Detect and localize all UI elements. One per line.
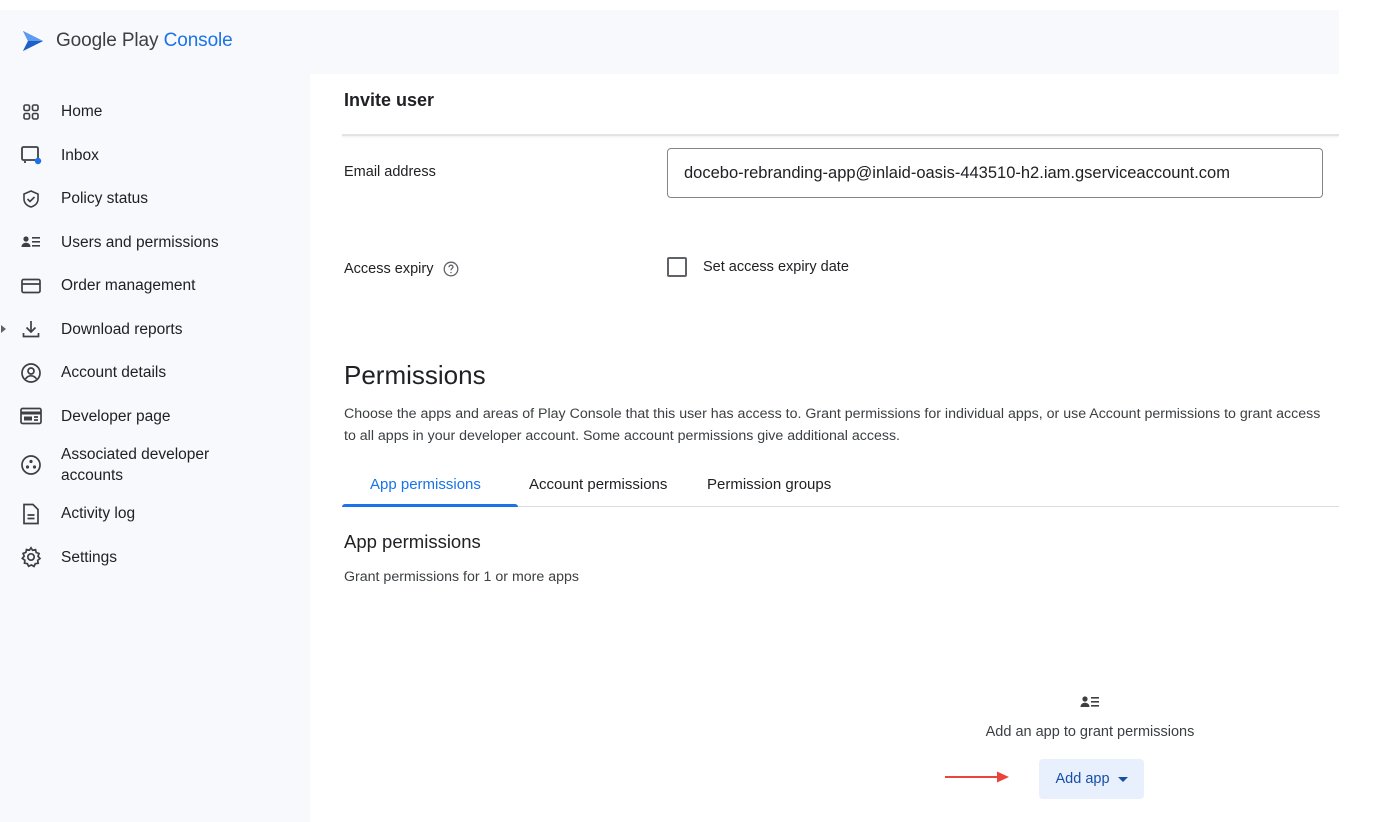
brand-name: Google Play Console [56, 30, 233, 51]
help-circle-icon[interactable] [443, 261, 459, 277]
sidebar-item-associated-developer-accounts[interactable]: Associated developer accounts [0, 438, 310, 492]
right-gutter [1339, 10, 1394, 822]
sidebar: Home Inbox Policy status Users and permi… [0, 74, 310, 822]
app-bar: Google Play Console [0, 10, 1339, 74]
gear-icon [19, 545, 43, 569]
sidebar-item-home[interactable]: Home [0, 90, 310, 134]
sidebar-item-activity-log[interactable]: Activity log [0, 492, 310, 536]
associated-accounts-icon [19, 453, 43, 477]
access-expiry-label-group: Access expiry [344, 261, 459, 277]
app-permissions-subtitle: Grant permissions for 1 or more apps [344, 569, 579, 585]
sidebar-item-label: Activity log [61, 505, 136, 523]
header-divider [342, 134, 1339, 136]
developer-page-icon [19, 404, 43, 428]
top-crop-band [0, 0, 1394, 10]
sidebar-item-inbox[interactable]: Inbox [0, 134, 310, 178]
add-app-button[interactable]: Add app [1039, 759, 1144, 799]
sidebar-item-label: Order management [61, 277, 196, 295]
app-permissions-heading: App permissions [344, 531, 481, 552]
sidebar-item-developer-page[interactable]: Developer page [0, 395, 310, 439]
sidebar-item-label: Download reports [61, 320, 183, 338]
credit-card-icon [19, 274, 43, 298]
page-title: Invite user [344, 90, 435, 110]
sidebar-item-download-reports[interactable]: Download reports [0, 308, 310, 352]
add-app-button-label: Add app [1055, 771, 1110, 787]
email-label: Email address [344, 164, 436, 180]
play-console-logo-icon [23, 31, 43, 51]
permissions-tabs: App permissions Account permissions Perm… [342, 470, 1339, 507]
main-content: Invite user Email address docebo-rebrand… [310, 74, 1339, 822]
permissions-description: Choose the apps and areas of Play Consol… [344, 406, 1321, 444]
annotation-arrow-icon [945, 771, 1009, 783]
brand[interactable]: Google Play Console [20, 28, 233, 54]
home-grid-icon [19, 100, 43, 124]
sidebar-item-users-and-permissions[interactable]: Users and permissions [0, 221, 310, 265]
permissions-title: Permissions [344, 360, 486, 390]
users-permissions-icon [1080, 696, 1099, 707]
document-icon [19, 502, 43, 526]
sidebar-item-label: Inbox [61, 146, 99, 164]
tab-permission-groups[interactable]: Permission groups [703, 470, 831, 506]
inbox-icon [19, 143, 43, 167]
sidebar-item-label: Home [61, 103, 103, 121]
tab-account-permissions[interactable]: Account permissions [518, 470, 703, 506]
sidebar-item-label: Policy status [61, 190, 149, 208]
access-expiry-checkbox-row[interactable]: Set access expiry date [667, 257, 849, 277]
sidebar-item-account-details[interactable]: Account details [0, 351, 310, 395]
sidebar-nav: Home Inbox Policy status Users and permi… [0, 90, 310, 579]
expand-caret-icon[interactable] [1, 325, 6, 334]
account-circle-icon [19, 361, 43, 385]
shield-check-icon [19, 187, 43, 211]
download-icon [19, 317, 43, 341]
sidebar-item-label: Users and permissions [61, 233, 219, 251]
access-expiry-checkbox[interactable] [667, 257, 687, 277]
tab-app-permissions[interactable]: App permissions [342, 470, 518, 507]
sidebar-item-policy-status[interactable]: Policy status [0, 177, 310, 221]
sidebar-item-order-management[interactable]: Order management [0, 264, 310, 308]
email-field[interactable]: docebo-rebranding-app@inlaid-oasis-44351… [667, 148, 1323, 198]
chevron-down-icon [1117, 776, 1128, 782]
empty-state: Add an app to grant permissions [960, 694, 1220, 740]
empty-state-text: Add an app to grant permissions [985, 724, 1195, 740]
users-permissions-icon [19, 230, 43, 254]
access-expiry-label: Access expiry [344, 261, 434, 277]
sidebar-item-label: Associated developer accounts [61, 446, 210, 484]
sidebar-item-settings[interactable]: Settings [0, 536, 310, 580]
access-expiry-checkbox-label: Set access expiry date [703, 259, 849, 275]
sidebar-item-label: Settings [61, 548, 118, 566]
sidebar-item-label: Account details [61, 364, 167, 382]
sidebar-item-label: Developer page [61, 407, 171, 425]
email-value: docebo-rebranding-app@inlaid-oasis-44351… [684, 163, 1230, 182]
